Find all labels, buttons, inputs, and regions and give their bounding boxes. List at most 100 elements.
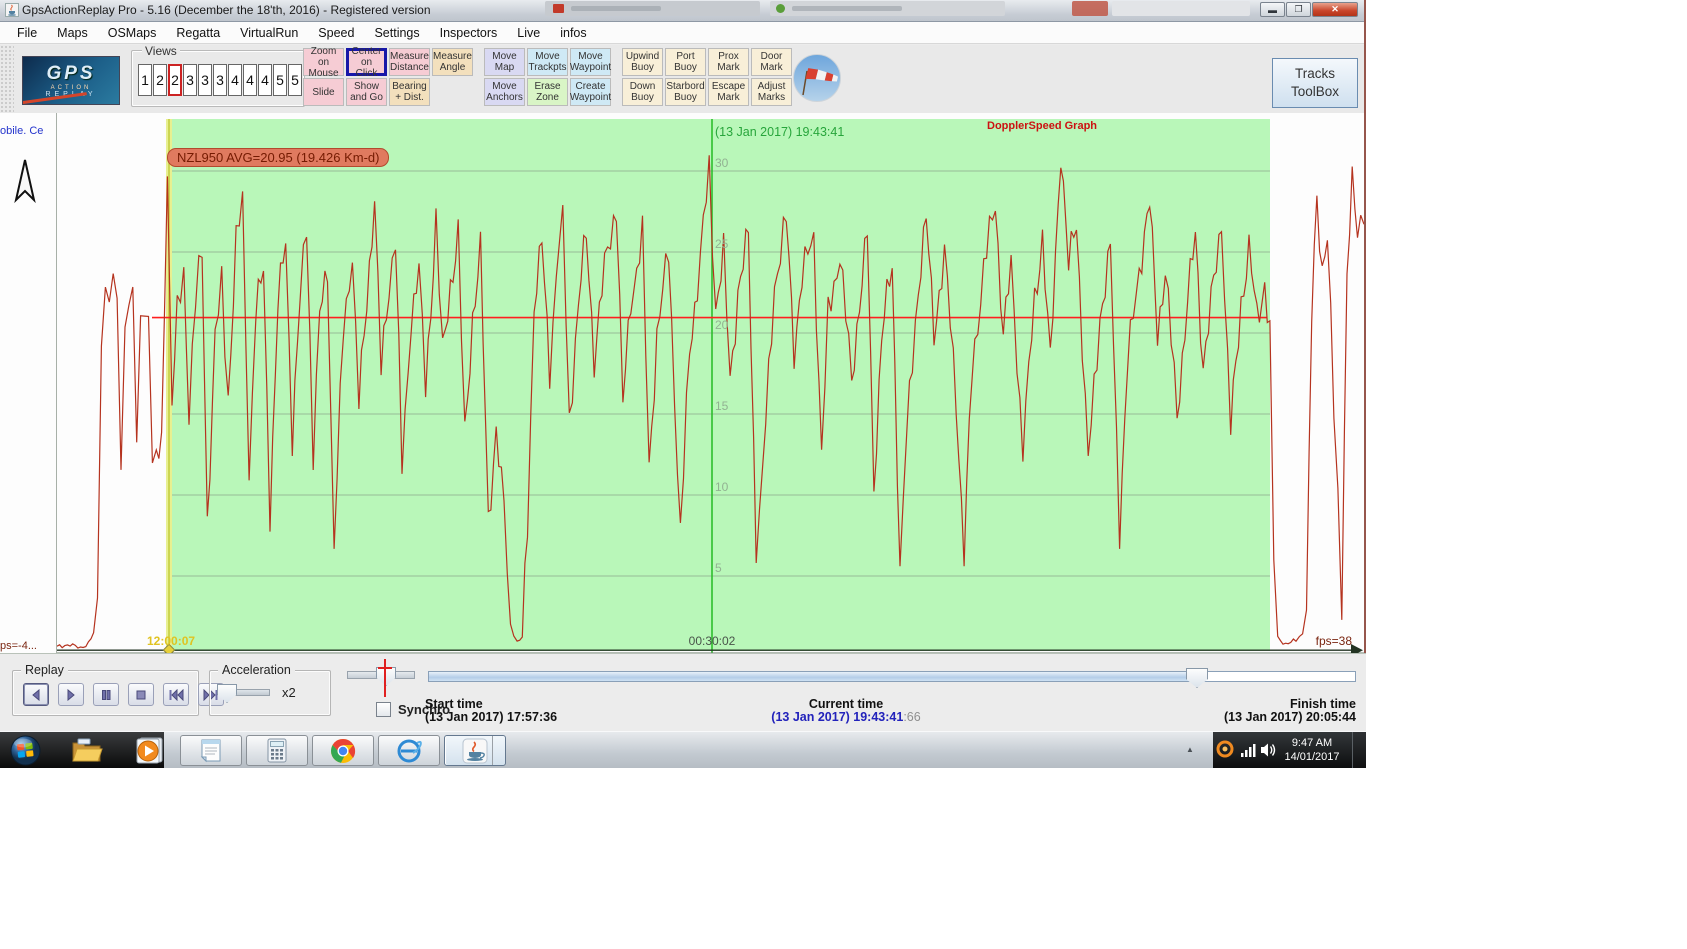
- menu-item-regatta[interactable]: Regatta: [167, 24, 229, 42]
- views-button-2-1[interactable]: 2: [153, 64, 167, 96]
- x-axis-cursor-label: 00:30:02: [667, 634, 757, 648]
- windows-explorer-icon[interactable]: [70, 735, 103, 771]
- views-button-4-6[interactable]: 4: [228, 64, 242, 96]
- toolbar-button-zoom-on-mouse[interactable]: Zoom on Mouse: [303, 48, 344, 76]
- views-group: Views 12233344455: [131, 50, 305, 107]
- toolbar-button-bearing-dist-[interactable]: Bearing + Dist.: [389, 78, 430, 106]
- toolbar-button-create-waypoint[interactable]: Create Waypoint: [570, 78, 611, 106]
- pause-button[interactable]: [93, 683, 119, 706]
- menu-item-file[interactable]: File: [8, 24, 46, 42]
- start-button[interactable]: [10, 735, 41, 771]
- minimize-button[interactable]: ▬: [1260, 2, 1285, 17]
- views-button-2-2[interactable]: 2: [168, 64, 182, 96]
- menu-item-infos[interactable]: infos: [551, 24, 595, 42]
- toolbar-button-upwind-buoy[interactable]: Upwind Buoy: [622, 48, 663, 76]
- media-player-icon[interactable]: [132, 735, 164, 771]
- menu-item-osmaps[interactable]: OSMaps: [99, 24, 166, 42]
- menu-item-speed[interactable]: Speed: [309, 24, 363, 42]
- menu-item-maps[interactable]: Maps: [48, 24, 97, 42]
- toolbar-button-center-on-click[interactable]: Center on Click: [346, 48, 387, 76]
- windsock-icon[interactable]: [793, 54, 841, 102]
- start-time-value: (13 Jan 2017) 17:57:36: [425, 711, 557, 724]
- toolbar-button-erase-zone[interactable]: Erase Zone: [527, 78, 568, 106]
- show-desktop-button[interactable]: [1352, 732, 1366, 768]
- toolbar-button-starbord-buoy[interactable]: Starbord Buoy: [665, 78, 706, 106]
- views-button-1-0[interactable]: 1: [138, 64, 152, 96]
- toolbar-button-measure-angle[interactable]: Measure Angle: [432, 48, 473, 76]
- java-app-taskbar-button[interactable]: [444, 735, 506, 766]
- acceleration-group: Acceleration x2: [209, 670, 331, 716]
- doppler-speed-plot[interactable]: NZL950 AVG=20.95 (19.426 Km-d) (13 Jan 2…: [57, 113, 1364, 653]
- toolbar-button-down-buoy[interactable]: Down Buoy: [622, 78, 663, 106]
- y-tick-label-15: 15: [715, 399, 728, 413]
- toolbar-button-door-mark[interactable]: Door Mark: [751, 48, 792, 76]
- views-button-3-5[interactable]: 3: [213, 64, 227, 96]
- views-button-4-7[interactable]: 4: [243, 64, 257, 96]
- timeline-slider[interactable]: [428, 671, 1356, 682]
- show-hidden-icons-button[interactable]: ▲: [1186, 745, 1194, 754]
- play-button[interactable]: [58, 683, 84, 706]
- java-update-tray-icon[interactable]: [1216, 740, 1234, 763]
- replay-group: Replay: [12, 670, 199, 716]
- menu-item-inspectors[interactable]: Inspectors: [431, 24, 507, 42]
- stop-button[interactable]: [128, 683, 154, 706]
- chrome-button[interactable]: [312, 735, 374, 766]
- toolbar-button-measure-distance[interactable]: Measure Distance: [389, 48, 430, 76]
- views-button-3-3[interactable]: 3: [183, 64, 197, 96]
- replay-controls-panel: Replay: [0, 653, 1366, 731]
- internet-explorer-icon: [395, 737, 423, 765]
- left-panel-top-label: obile. Ce: [0, 125, 55, 137]
- network-signal-icon[interactable]: [1240, 743, 1258, 762]
- views-button-5-10[interactable]: 5: [288, 64, 302, 96]
- screen: GpsActionReplay Pro - 5.16 (December the…: [0, 0, 1366, 768]
- acceleration-slider-thumb[interactable]: [217, 684, 237, 703]
- graph-zoom-slider[interactable]: [347, 671, 415, 679]
- toolbar-button-prox-mark[interactable]: Prox Mark: [708, 48, 749, 76]
- toolbar-button-slide[interactable]: Slide: [303, 78, 344, 106]
- go-to-start-button[interactable]: [163, 683, 189, 706]
- current-time-block: Current time (13 Jan 2017) 19:43:41:66: [716, 698, 976, 724]
- current-time-value: (13 Jan 2017) 19:43:41: [771, 710, 903, 724]
- y-tick-label-30: 30: [715, 156, 728, 170]
- toolbar-button-move-waypoint[interactable]: Move Waypoint: [570, 48, 611, 76]
- acceleration-slider[interactable]: [220, 689, 270, 696]
- toolbar-button-port-buoy[interactable]: Port Buoy: [665, 48, 706, 76]
- background-window-fragment: [1112, 1, 1250, 16]
- graph-zoom-slider-thumb[interactable]: [376, 667, 396, 686]
- background-window-fragment: [770, 1, 1005, 16]
- maximize-button[interactable]: ❐: [1286, 2, 1311, 17]
- views-button-3-4[interactable]: 3: [198, 64, 212, 96]
- toolbar-button-escape-mark[interactable]: Escape Mark: [708, 78, 749, 106]
- graph-workspace: obile. Ce ps=-4... NZL950 AVG=20.95 (19.…: [0, 113, 1364, 653]
- synchro-checkbox[interactable]: [376, 702, 391, 717]
- toolbar-button-move-trackpts[interactable]: Move Trackpts: [527, 48, 568, 76]
- window-title: GpsActionReplay Pro - 5.16 (December the…: [22, 3, 431, 17]
- close-button[interactable]: ✕: [1312, 2, 1358, 17]
- toolbar-button-show-and-go[interactable]: Show and Go: [346, 78, 387, 106]
- java-app-icon: [5, 3, 19, 22]
- finish-time-value: (13 Jan 2017) 20:05:44: [1150, 711, 1356, 724]
- desktop: GpsActionReplay Pro - 5.16 (December the…: [0, 0, 1687, 949]
- step-back-button[interactable]: [23, 683, 49, 706]
- x-axis-start-label: 12:00:07: [147, 634, 195, 648]
- acceleration-group-title: Acceleration: [218, 663, 295, 677]
- toolbar-button-move-anchors[interactable]: Move Anchors: [484, 78, 525, 106]
- timeline-slider-thumb[interactable]: [1186, 668, 1208, 688]
- menu-item-live[interactable]: Live: [508, 24, 549, 42]
- notepad-button[interactable]: [180, 735, 242, 766]
- toolbar-button-move-map[interactable]: Move Map: [484, 48, 525, 76]
- calculator-button[interactable]: [246, 735, 308, 766]
- taskbar: ▲ 9:47 AM 14/01/2017: [0, 731, 1366, 768]
- taskbar-clock[interactable]: 9:47 AM 14/01/2017: [1276, 736, 1348, 764]
- views-button-5-9[interactable]: 5: [273, 64, 287, 96]
- clock-time: 9:47 AM: [1276, 736, 1348, 750]
- java-icon: [462, 738, 488, 764]
- internet-explorer-button[interactable]: [378, 735, 440, 766]
- y-tick-label-5: 5: [715, 561, 722, 575]
- toolbar-button-adjust-marks[interactable]: Adjust Marks: [751, 78, 792, 106]
- menu-bar: FileMapsOSMapsRegattaVirtualRunSpeedSett…: [0, 22, 1364, 44]
- views-button-4-8[interactable]: 4: [258, 64, 272, 96]
- menu-item-virtualrun[interactable]: VirtualRun: [231, 24, 307, 42]
- tracks-toolbox-button[interactable]: Tracks ToolBox: [1272, 58, 1358, 108]
- menu-item-settings[interactable]: Settings: [365, 24, 428, 42]
